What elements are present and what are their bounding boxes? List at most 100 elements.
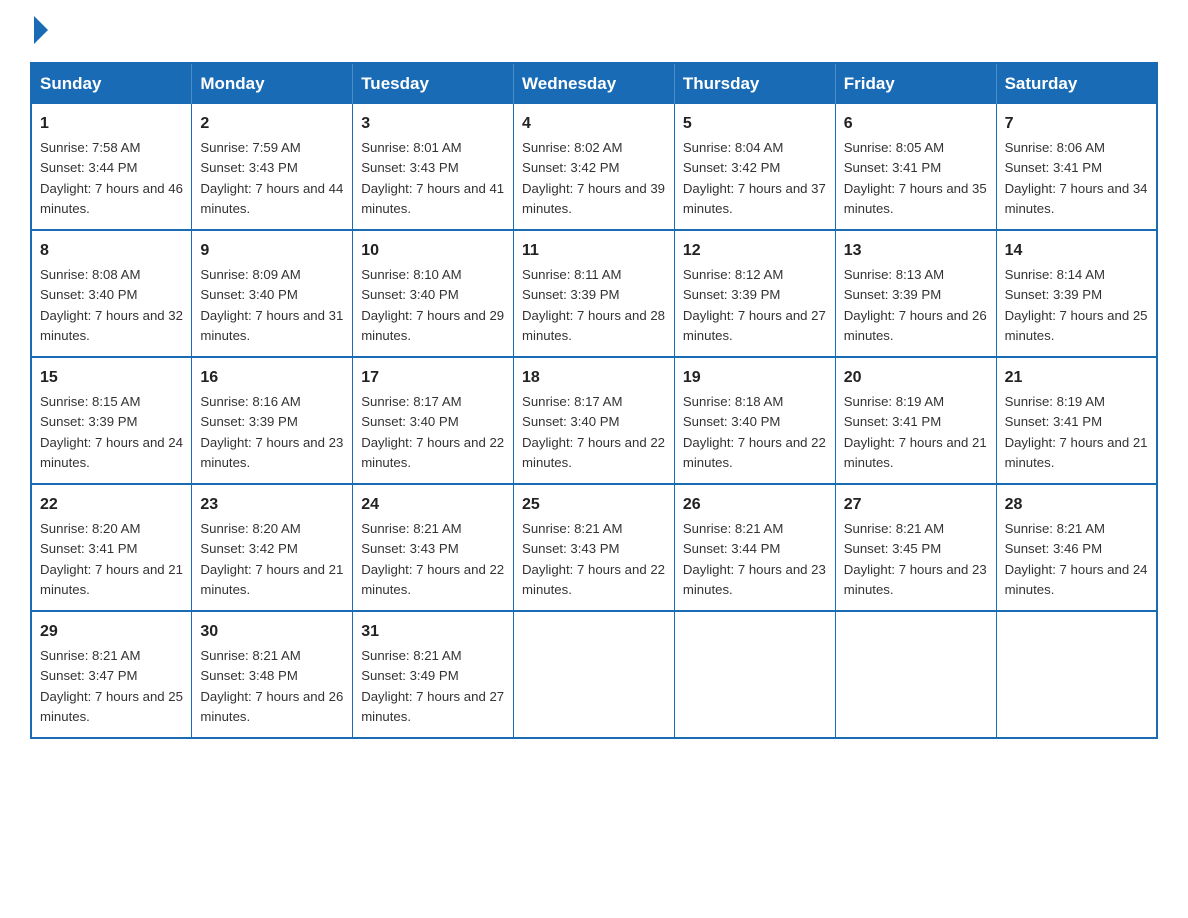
calendar-day-cell: 16Sunrise: 8:16 AMSunset: 3:39 PMDayligh… [192, 357, 353, 484]
calendar-day-cell [674, 611, 835, 738]
calendar-day-header-thursday: Thursday [674, 63, 835, 104]
calendar-day-header-tuesday: Tuesday [353, 63, 514, 104]
day-number: 7 [1005, 112, 1148, 136]
calendar-day-cell: 22 Sunrise: 8:20 AMSunset: 3:41 PMDayligh… [31, 484, 192, 611]
calendar-day-cell: 4 Sunrise: 8:02 AMSunset: 3:42 PMDaylight… [514, 104, 675, 230]
day-number: 10 [361, 239, 505, 263]
calendar-day-cell: 8 Sunrise: 8:08 AMSunset: 3:40 PMDaylight… [31, 230, 192, 357]
day-info: Sunrise: 8:14 AMSunset: 3:39 PMDaylight:… [1005, 267, 1148, 343]
calendar-day-cell: 30Sunrise: 8:21 AMSunset: 3:48 PMDayligh… [192, 611, 353, 738]
calendar-day-header-saturday: Saturday [996, 63, 1157, 104]
day-info: Sunrise: 8:17 AMSunset: 3:40 PMDaylight:… [361, 394, 504, 470]
day-number: 3 [361, 112, 505, 136]
day-info: Sunrise: 7:59 AMSunset: 3:43 PMDaylight:… [200, 140, 343, 216]
calendar-day-cell: 11 Sunrise: 8:11 AMSunset: 3:39 PMDayligh… [514, 230, 675, 357]
day-number: 14 [1005, 239, 1148, 263]
calendar-day-cell: 17 Sunrise: 8:17 AMSunset: 3:40 PMDayligh… [353, 357, 514, 484]
day-number: 8 [40, 239, 183, 263]
calendar-day-cell: 1 Sunrise: 7:58 AMSunset: 3:44 PMDaylight… [31, 104, 192, 230]
day-info: Sunrise: 8:20 AMSunset: 3:41 PMDaylight:… [40, 521, 183, 597]
day-number: 24 [361, 493, 505, 517]
calendar-table: SundayMondayTuesdayWednesdayThursdayFrid… [30, 62, 1158, 739]
day-number: 18 [522, 366, 666, 390]
day-number: 15 [40, 366, 183, 390]
calendar-header-row: SundayMondayTuesdayWednesdayThursdayFrid… [31, 63, 1157, 104]
day-number: 4 [522, 112, 666, 136]
calendar-day-cell: 5 Sunrise: 8:04 AMSunset: 3:42 PMDaylight… [674, 104, 835, 230]
day-info: Sunrise: 8:02 AMSunset: 3:42 PMDaylight:… [522, 140, 665, 216]
calendar-day-cell: 13 Sunrise: 8:13 AMSunset: 3:39 PMDayligh… [835, 230, 996, 357]
day-number: 11 [522, 239, 666, 263]
day-info: Sunrise: 8:21 AMSunset: 3:43 PMDaylight:… [522, 521, 665, 597]
calendar-day-cell: 27 Sunrise: 8:21 AMSunset: 3:45 PMDayligh… [835, 484, 996, 611]
day-info: Sunrise: 8:21 AMSunset: 3:47 PMDaylight:… [40, 648, 183, 724]
calendar-day-cell: 21Sunrise: 8:19 AMSunset: 3:41 PMDayligh… [996, 357, 1157, 484]
day-info: Sunrise: 8:19 AMSunset: 3:41 PMDaylight:… [844, 394, 987, 470]
day-info: Sunrise: 8:04 AMSunset: 3:42 PMDaylight:… [683, 140, 826, 216]
calendar-day-cell: 29 Sunrise: 8:21 AMSunset: 3:47 PMDayligh… [31, 611, 192, 738]
calendar-day-header-monday: Monday [192, 63, 353, 104]
logo-triangle-icon [34, 16, 48, 44]
day-info: Sunrise: 8:08 AMSunset: 3:40 PMDaylight:… [40, 267, 183, 343]
day-info: Sunrise: 8:21 AMSunset: 3:45 PMDaylight:… [844, 521, 987, 597]
day-info: Sunrise: 8:21 AMSunset: 3:46 PMDaylight:… [1005, 521, 1148, 597]
day-number: 13 [844, 239, 988, 263]
calendar-day-cell: 24Sunrise: 8:21 AMSunset: 3:43 PMDayligh… [353, 484, 514, 611]
day-info: Sunrise: 8:17 AMSunset: 3:40 PMDaylight:… [522, 394, 665, 470]
calendar-day-cell: 12 Sunrise: 8:12 AMSunset: 3:39 PMDayligh… [674, 230, 835, 357]
calendar-week-row: 1 Sunrise: 7:58 AMSunset: 3:44 PMDaylight… [31, 104, 1157, 230]
calendar-day-cell: 28 Sunrise: 8:21 AMSunset: 3:46 PMDayligh… [996, 484, 1157, 611]
day-number: 17 [361, 366, 505, 390]
day-number: 5 [683, 112, 827, 136]
calendar-day-cell: 18 Sunrise: 8:17 AMSunset: 3:40 PMDayligh… [514, 357, 675, 484]
day-info: Sunrise: 8:10 AMSunset: 3:40 PMDaylight:… [361, 267, 504, 343]
day-number: 27 [844, 493, 988, 517]
calendar-day-cell: 25 Sunrise: 8:21 AMSunset: 3:43 PMDayligh… [514, 484, 675, 611]
day-info: Sunrise: 8:21 AMSunset: 3:49 PMDaylight:… [361, 648, 504, 724]
calendar-week-row: 8 Sunrise: 8:08 AMSunset: 3:40 PMDaylight… [31, 230, 1157, 357]
calendar-day-cell: 23 Sunrise: 8:20 AMSunset: 3:42 PMDayligh… [192, 484, 353, 611]
day-info: Sunrise: 8:05 AMSunset: 3:41 PMDaylight:… [844, 140, 987, 216]
calendar-day-header-sunday: Sunday [31, 63, 192, 104]
day-number: 1 [40, 112, 183, 136]
day-number: 31 [361, 620, 505, 644]
day-info: Sunrise: 8:11 AMSunset: 3:39 PMDaylight:… [522, 267, 665, 343]
day-info: Sunrise: 7:58 AMSunset: 3:44 PMDaylight:… [40, 140, 183, 216]
day-number: 9 [200, 239, 344, 263]
calendar-day-cell: 19Sunrise: 8:18 AMSunset: 3:40 PMDayligh… [674, 357, 835, 484]
page-header: Blue [30, 20, 1158, 44]
day-number: 28 [1005, 493, 1148, 517]
calendar-day-cell [835, 611, 996, 738]
day-number: 25 [522, 493, 666, 517]
day-number: 26 [683, 493, 827, 517]
day-info: Sunrise: 8:19 AMSunset: 3:41 PMDaylight:… [1005, 394, 1148, 470]
day-number: 29 [40, 620, 183, 644]
calendar-day-cell: 3 Sunrise: 8:01 AMSunset: 3:43 PMDaylight… [353, 104, 514, 230]
day-number: 6 [844, 112, 988, 136]
calendar-day-cell: 15Sunrise: 8:15 AMSunset: 3:39 PMDayligh… [31, 357, 192, 484]
calendar-day-cell: 9 Sunrise: 8:09 AMSunset: 3:40 PMDaylight… [192, 230, 353, 357]
calendar-day-cell: 6 Sunrise: 8:05 AMSunset: 3:41 PMDaylight… [835, 104, 996, 230]
day-info: Sunrise: 8:12 AMSunset: 3:39 PMDaylight:… [683, 267, 826, 343]
calendar-day-cell [996, 611, 1157, 738]
day-number: 12 [683, 239, 827, 263]
calendar-day-cell [514, 611, 675, 738]
calendar-day-cell: 14 Sunrise: 8:14 AMSunset: 3:39 PMDayligh… [996, 230, 1157, 357]
day-info: Sunrise: 8:20 AMSunset: 3:42 PMDaylight:… [200, 521, 343, 597]
day-info: Sunrise: 8:21 AMSunset: 3:48 PMDaylight:… [200, 648, 343, 724]
day-info: Sunrise: 8:01 AMSunset: 3:43 PMDaylight:… [361, 140, 504, 216]
calendar-day-cell: 2 Sunrise: 7:59 AMSunset: 3:43 PMDaylight… [192, 104, 353, 230]
day-number: 22 [40, 493, 183, 517]
day-number: 23 [200, 493, 344, 517]
day-number: 2 [200, 112, 344, 136]
calendar-day-cell: 10 Sunrise: 8:10 AMSunset: 3:40 PMDayligh… [353, 230, 514, 357]
day-info: Sunrise: 8:09 AMSunset: 3:40 PMDaylight:… [200, 267, 343, 343]
day-info: Sunrise: 8:16 AMSunset: 3:39 PMDaylight:… [200, 394, 343, 470]
calendar-week-row: 29 Sunrise: 8:21 AMSunset: 3:47 PMDayligh… [31, 611, 1157, 738]
day-info: Sunrise: 8:18 AMSunset: 3:40 PMDaylight:… [683, 394, 826, 470]
calendar-day-header-wednesday: Wednesday [514, 63, 675, 104]
calendar-day-header-friday: Friday [835, 63, 996, 104]
day-info: Sunrise: 8:13 AMSunset: 3:39 PMDaylight:… [844, 267, 987, 343]
day-number: 20 [844, 366, 988, 390]
day-info: Sunrise: 8:06 AMSunset: 3:41 PMDaylight:… [1005, 140, 1148, 216]
